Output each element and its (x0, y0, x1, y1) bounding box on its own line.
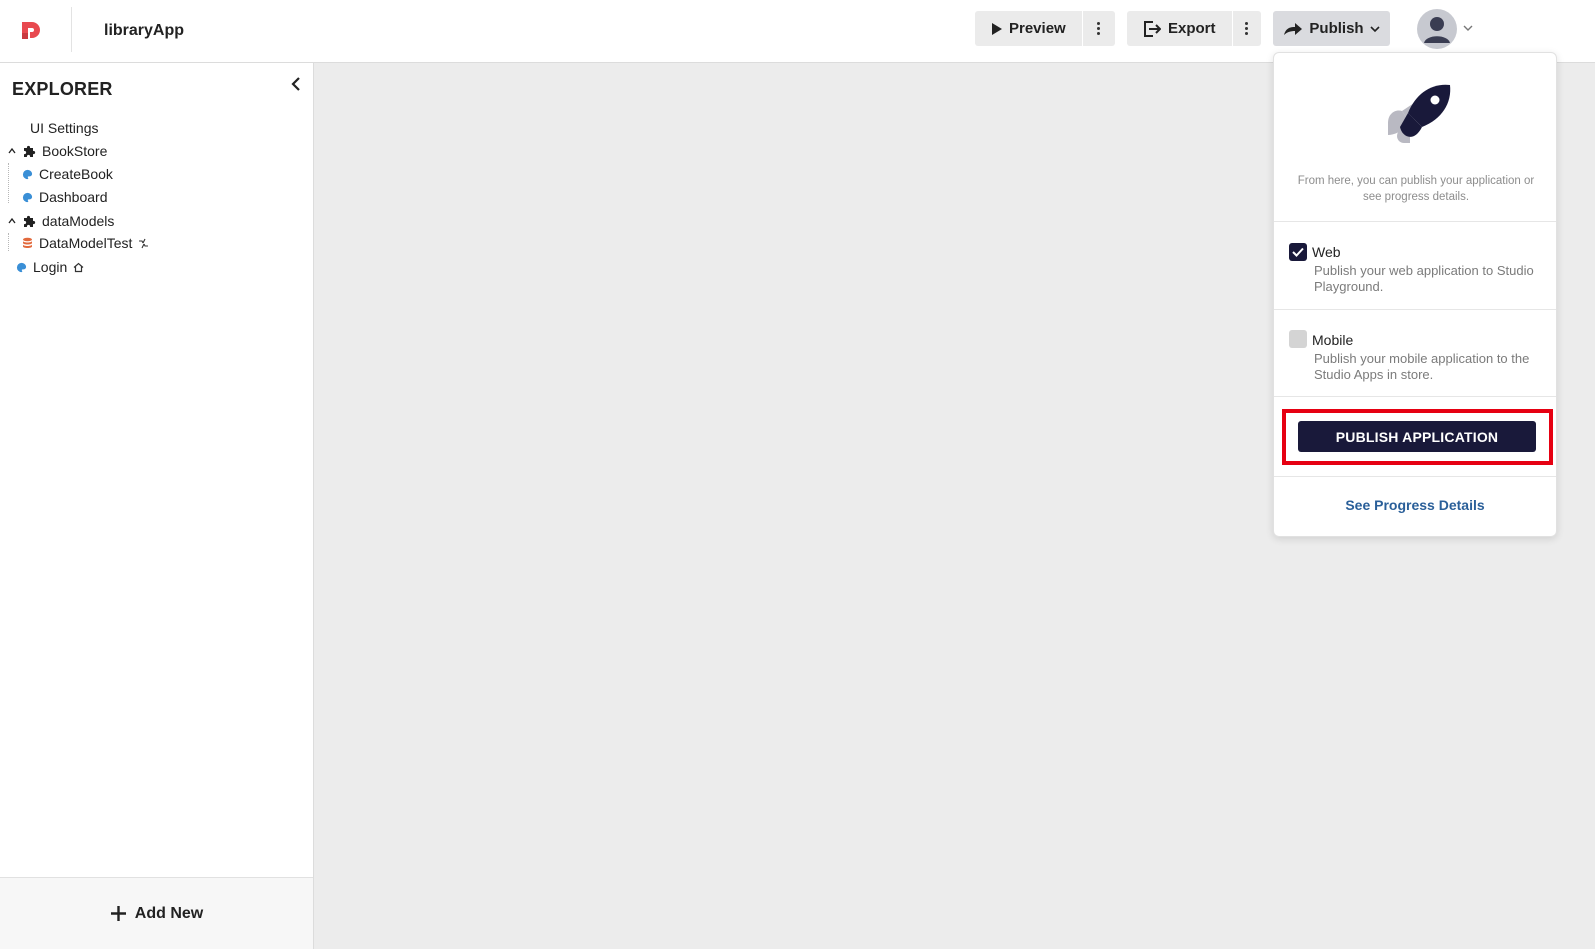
palette-icon (22, 192, 33, 202)
export-button[interactable]: Export (1127, 11, 1232, 46)
divider (1274, 476, 1556, 477)
explorer-sidebar: EXPLORER UI Settings BookStore CreateBoo… (0, 63, 314, 949)
publish-button[interactable]: Publish (1273, 11, 1390, 46)
chevron-up-icon[interactable] (8, 147, 16, 155)
divider (1274, 221, 1556, 222)
publish-description: From here, you can publish your applicat… (1297, 175, 1535, 203)
web-option-label: Web (1312, 244, 1341, 260)
export-button-group: Export (1127, 11, 1261, 46)
add-new-button[interactable]: Add New (0, 877, 313, 949)
user-icon (1424, 17, 1450, 43)
play-icon (992, 22, 1002, 35)
chevron-left-icon[interactable] (288, 76, 304, 92)
add-new-label: Add New (134, 904, 204, 922)
home-icon (73, 262, 84, 272)
export-more-button[interactable] (1231, 11, 1261, 46)
more-vertical-icon (1245, 22, 1249, 35)
export-icon (1144, 20, 1161, 37)
app-logo-icon[interactable] (19, 17, 45, 43)
tree-item-label: DataModelTest (39, 235, 133, 251)
more-vertical-icon (1097, 22, 1101, 35)
share-forward-icon (1284, 22, 1303, 35)
tree-item-datamodeltest[interactable]: DataModelTest (22, 235, 149, 251)
checkmark-icon (1292, 247, 1304, 257)
tree-item-label: Login (33, 259, 68, 275)
puzzle-icon (24, 145, 36, 157)
preview-button-label: Preview (1009, 20, 1066, 37)
see-progress-details-link[interactable]: See Progress Details (1274, 497, 1556, 513)
tree-item-ui-settings[interactable]: UI Settings (30, 120, 98, 136)
puzzle-icon (24, 215, 36, 227)
plus-icon (110, 906, 126, 921)
tree-item-label: Dashboard (39, 189, 108, 205)
database-icon (23, 237, 32, 248)
chevron-down-icon (1370, 25, 1380, 32)
chevron-down-icon[interactable] (1462, 22, 1474, 34)
tree-item-dashboard[interactable]: Dashboard (22, 189, 108, 205)
divider (1274, 309, 1556, 310)
tree-item-label: CreateBook (39, 166, 113, 182)
chevron-up-icon[interactable] (8, 217, 16, 225)
explorer-title: EXPLORER (12, 79, 113, 99)
tree-item-datamodels[interactable]: dataModels (8, 213, 114, 229)
tree-item-createbook[interactable]: CreateBook (22, 166, 113, 182)
user-avatar[interactable] (1417, 9, 1457, 49)
tree-item-login[interactable]: Login (16, 259, 84, 275)
mobile-checkbox[interactable] (1289, 330, 1307, 348)
mobile-option-label: Mobile (1312, 332, 1354, 348)
header-divider (71, 7, 72, 52)
export-button-label: Export (1168, 20, 1216, 37)
divider (1274, 396, 1556, 397)
tree-item-bookstore[interactable]: BookStore (8, 143, 107, 159)
preview-button-group: Preview (975, 11, 1115, 46)
preview-button[interactable]: Preview (975, 11, 1082, 46)
publish-button-label: Publish (1309, 20, 1364, 37)
preview-more-button[interactable] (1081, 11, 1115, 46)
tree-guide-line (8, 233, 9, 251)
rocket-icon (1388, 84, 1451, 143)
palette-icon (16, 262, 27, 272)
tree-guide-line (8, 163, 9, 203)
tree-item-label: BookStore (42, 143, 108, 159)
publish-application-button[interactable]: PUBLISH APPLICATION (1298, 421, 1536, 452)
tree-item-label: UI Settings (30, 120, 99, 136)
web-option-description: Publish your web application to Studio P… (1314, 263, 1534, 294)
tree-item-label: dataModels (42, 213, 115, 229)
publish-dropdown: From here, you can publish your applicat… (1273, 52, 1557, 537)
app-title: libraryApp (104, 22, 185, 39)
palette-icon (22, 169, 33, 179)
web-checkbox[interactable] (1289, 243, 1307, 261)
model-link-icon (139, 238, 149, 248)
mobile-option-description: Publish your mobile application to the S… (1314, 351, 1530, 382)
